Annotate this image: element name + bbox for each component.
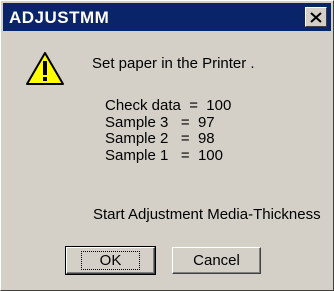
sample-3-line: Sample 3 = 97	[105, 114, 215, 131]
cancel-button[interactable]: Cancel	[172, 247, 261, 274]
close-button[interactable]	[305, 7, 327, 27]
close-icon	[310, 11, 322, 23]
warning-icon	[26, 52, 64, 85]
adjustment-prompt: Start Adjustment Media-Thickness	[93, 206, 321, 223]
dialog-message: Set paper in the Printer .	[92, 55, 255, 72]
sample-2-line: Sample 2 = 98	[105, 130, 215, 147]
sample-1-line: Sample 1 = 100	[105, 147, 223, 164]
ok-button[interactable]: OK	[65, 246, 156, 275]
title-bar[interactable]: ADJUSTMM	[3, 3, 331, 31]
ok-button-label: OK	[80, 251, 141, 270]
cancel-button-label: Cancel	[193, 252, 240, 269]
dialog-window: ADJUSTMM Set paper in the Printer . Chec…	[0, 0, 334, 291]
check-data-line: Check data = 100	[105, 97, 232, 114]
window-title: ADJUSTMM	[9, 8, 110, 27]
